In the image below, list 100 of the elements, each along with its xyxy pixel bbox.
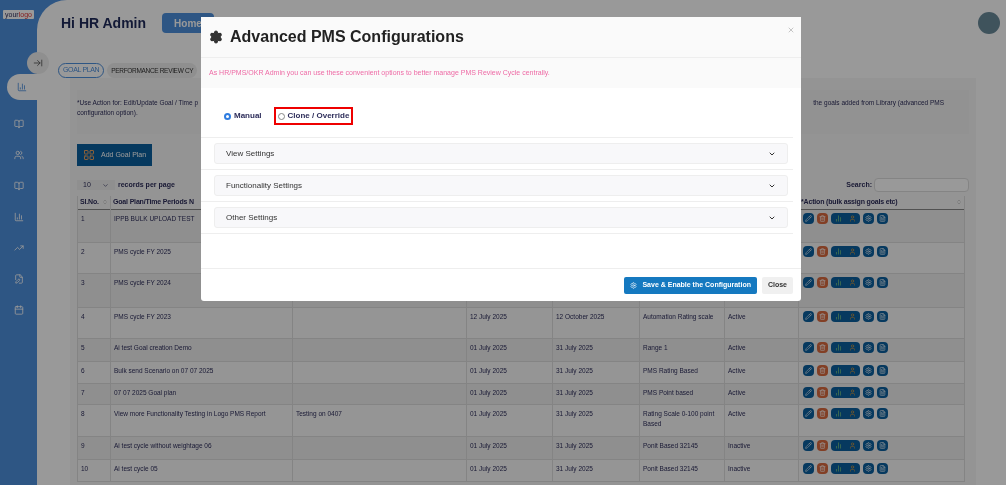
pencil-icon xyxy=(805,441,812,449)
document-icon xyxy=(879,278,886,286)
collapse-button[interactable] xyxy=(27,52,49,74)
trash-icon xyxy=(819,441,826,449)
modal-title: Advanced PMS Configurations xyxy=(230,27,464,47)
document-icon xyxy=(879,366,886,374)
person-icon xyxy=(849,409,857,417)
pencil-icon xyxy=(805,388,812,396)
document-button[interactable] xyxy=(877,364,888,376)
assign-button[interactable] xyxy=(831,310,860,322)
trash-icon xyxy=(819,312,826,320)
pencil-icon xyxy=(805,247,812,255)
assign-button[interactable] xyxy=(831,341,860,353)
assign-button[interactable] xyxy=(831,439,860,451)
assign-button[interactable] xyxy=(831,364,860,376)
edit-button[interactable] xyxy=(803,439,814,451)
edit-button[interactable] xyxy=(803,386,814,398)
document-button[interactable] xyxy=(877,212,888,224)
chart-icon xyxy=(17,82,27,92)
assign-button[interactable] xyxy=(831,245,860,257)
document-icon xyxy=(13,274,24,284)
edit-button[interactable] xyxy=(803,341,814,353)
mode-radio[interactable]: Clone / Override xyxy=(273,107,354,125)
pencil-icon xyxy=(805,464,812,472)
assign-button[interactable] xyxy=(831,212,860,224)
document-button[interactable] xyxy=(877,386,888,398)
assign-button[interactable] xyxy=(831,462,860,474)
settings-section[interactable]: View Settings xyxy=(214,143,788,164)
edit-button[interactable] xyxy=(803,245,814,257)
trash-icon xyxy=(819,388,826,396)
chart-icon xyxy=(834,247,842,255)
collapse-icon xyxy=(33,58,43,68)
document-icon xyxy=(879,409,886,417)
settings-section[interactable]: Other Settings xyxy=(214,207,788,228)
chart-icon xyxy=(834,366,842,374)
assign-button[interactable] xyxy=(831,276,860,288)
document-button[interactable] xyxy=(877,276,888,288)
pencil-icon xyxy=(805,214,812,222)
edit-button[interactable] xyxy=(803,310,814,322)
delete-button[interactable] xyxy=(817,245,828,257)
trash-icon xyxy=(819,247,826,255)
chart-icon xyxy=(834,441,842,449)
person-icon xyxy=(849,247,857,255)
chart-icon xyxy=(834,464,842,472)
calendar-icon xyxy=(13,305,24,315)
chart-icon xyxy=(834,409,842,417)
edit-button[interactable] xyxy=(803,364,814,376)
pencil-icon xyxy=(805,278,812,286)
delete-button[interactable] xyxy=(817,212,828,224)
person-icon xyxy=(849,388,857,396)
sidebar-item[interactable] xyxy=(7,74,37,100)
delete-button[interactable] xyxy=(817,310,828,322)
pencil-icon xyxy=(805,409,812,417)
edit-button[interactable] xyxy=(803,407,814,419)
chart-icon xyxy=(13,212,24,222)
mode-radio[interactable]: Manual xyxy=(224,107,262,125)
document-button[interactable] xyxy=(877,407,888,419)
person-icon xyxy=(849,214,857,222)
trash-icon xyxy=(819,464,826,472)
document-button[interactable] xyxy=(877,462,888,474)
caret-icon xyxy=(102,181,109,189)
document-button[interactable] xyxy=(877,439,888,451)
delete-button[interactable] xyxy=(817,439,828,451)
chart-icon xyxy=(834,214,842,222)
trash-icon xyxy=(819,343,826,351)
document-button[interactable] xyxy=(877,341,888,353)
trash-icon xyxy=(819,214,826,222)
delete-button[interactable] xyxy=(817,386,828,398)
greeting: Hi HR Admin xyxy=(61,13,147,33)
trash-icon xyxy=(819,278,826,286)
delete-button[interactable] xyxy=(817,462,828,474)
document-icon xyxy=(879,312,886,320)
document-button[interactable] xyxy=(877,310,888,322)
document-icon xyxy=(879,343,886,351)
document-icon xyxy=(879,441,886,449)
chart-icon xyxy=(834,312,842,320)
assign-button[interactable] xyxy=(831,386,860,398)
chart-icon xyxy=(834,343,842,351)
trend-icon xyxy=(13,243,24,253)
person-icon xyxy=(849,343,857,351)
edit-button[interactable] xyxy=(803,276,814,288)
document-button[interactable] xyxy=(877,245,888,257)
person-icon xyxy=(849,278,857,286)
assign-button[interactable] xyxy=(831,407,860,419)
delete-button[interactable] xyxy=(817,341,828,353)
delete-button[interactable] xyxy=(817,364,828,376)
pencil-icon xyxy=(805,312,812,320)
person-icon xyxy=(849,366,857,374)
users-icon xyxy=(13,150,24,160)
delete-button[interactable] xyxy=(817,407,828,419)
person-icon xyxy=(849,441,857,449)
chart-icon xyxy=(834,388,842,396)
settings-section[interactable]: Functionality Settings xyxy=(214,175,788,196)
edit-button[interactable] xyxy=(803,462,814,474)
delete-button[interactable] xyxy=(817,276,828,288)
trash-icon xyxy=(819,366,826,374)
book-icon xyxy=(13,181,24,191)
edit-button[interactable] xyxy=(803,212,814,224)
pencil-icon xyxy=(805,366,812,374)
person-icon xyxy=(849,312,857,320)
